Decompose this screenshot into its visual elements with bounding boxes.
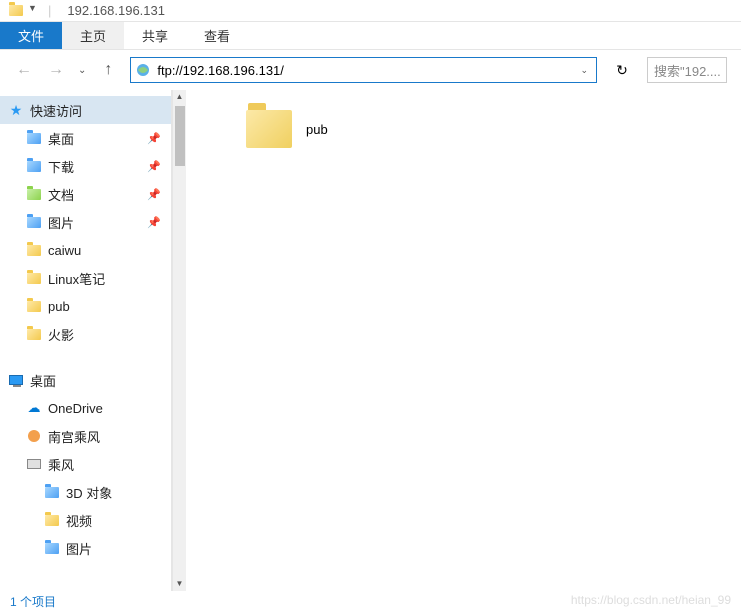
sidebar-item-label: 视频: [66, 511, 92, 530]
up-button[interactable]: ↑: [98, 60, 118, 80]
sidebar-item-caiwu[interactable]: caiwu: [0, 236, 171, 264]
sidebar-item-label: 乘风: [48, 455, 74, 474]
address-dropdown-icon[interactable]: ⌄: [576, 65, 592, 76]
status-bar: 1 个项目: [0, 591, 66, 611]
folder-icon: [44, 540, 60, 556]
folder-icon: [26, 242, 42, 258]
sidebar-item-label: 火影: [48, 325, 74, 344]
titlebar: ▼ | 192.168.196.131: [0, 0, 741, 22]
folder-item-pub[interactable]: pub: [246, 110, 328, 148]
sidebar-item-3d-objects[interactable]: 3D 对象: [0, 478, 171, 506]
folder-icon: [26, 158, 42, 174]
folder-icon: [246, 110, 292, 148]
sidebar-desktop-root[interactable]: 桌面: [0, 366, 171, 394]
folder-icon: [26, 326, 42, 342]
sidebar-item-pictures[interactable]: 图片 📌: [0, 208, 171, 236]
user-icon: [26, 428, 42, 444]
folder-icon: [26, 186, 42, 202]
folder-label: pub: [306, 122, 328, 137]
sidebar-item-label: caiwu: [48, 243, 81, 258]
folder-icon: [26, 270, 42, 286]
item-count: 1 个项目: [10, 593, 56, 610]
navigation-bar: ← → ⌄ ↑ ⌄ ↻ 搜索"192....: [0, 50, 741, 90]
sidebar-item-label: OneDrive: [48, 401, 103, 416]
sidebar-item-videos[interactable]: 视频: [0, 506, 171, 534]
star-icon: ★: [8, 102, 24, 118]
sidebar-item-pub[interactable]: pub: [0, 292, 171, 320]
sidebar-item-desktop[interactable]: 桌面 📌: [0, 124, 171, 152]
search-input[interactable]: 搜索"192....: [647, 57, 727, 83]
folder-icon: [26, 214, 42, 230]
tab-home[interactable]: 主页: [62, 22, 124, 49]
scroll-thumb[interactable]: [175, 106, 185, 166]
qat-divider: |: [48, 3, 51, 18]
folder-icon: [26, 130, 42, 146]
sidebar-item-user[interactable]: 南宫乘风: [0, 422, 171, 450]
refresh-button[interactable]: ↻: [609, 57, 635, 83]
sidebar-item-label: 图片: [48, 213, 74, 232]
sidebar-quick-access[interactable]: ★ 快速访问: [0, 96, 171, 124]
folder-icon: [26, 298, 42, 314]
sidebar-item-label: 下载: [48, 157, 74, 176]
sidebar-item-label: 桌面: [48, 129, 74, 148]
sidebar-item-label: 文档: [48, 185, 74, 204]
ribbon-tabs: 文件 主页 共享 查看: [0, 22, 741, 50]
address-bar[interactable]: ⌄: [130, 57, 597, 83]
folder-icon: [44, 512, 60, 528]
sidebar-item-label: pub: [48, 299, 70, 314]
forward-button[interactable]: →: [46, 60, 66, 80]
pin-icon: 📌: [147, 216, 161, 229]
sidebar-item-label: 桌面: [30, 371, 56, 390]
sidebar-item-label: Linux笔记: [48, 269, 105, 288]
pc-icon: [26, 456, 42, 472]
sidebar-item-label: 快速访问: [30, 101, 82, 120]
pin-icon: 📌: [147, 160, 161, 173]
sidebar-item-label: 南宫乘风: [48, 427, 100, 446]
desktop-icon: [8, 372, 24, 388]
pin-icon: 📌: [147, 188, 161, 201]
sidebar-item-pc[interactable]: 乘风: [0, 450, 171, 478]
history-dropdown-icon[interactable]: ⌄: [78, 65, 86, 76]
sidebar-item-label: 3D 对象: [66, 483, 112, 502]
pin-icon: 📌: [147, 132, 161, 145]
sidebar-item-downloads[interactable]: 下载 📌: [0, 152, 171, 180]
sidebar-item-linux-notes[interactable]: Linux笔记: [0, 264, 171, 292]
address-input[interactable]: [157, 63, 570, 78]
sidebar-item-label: 图片: [66, 539, 92, 558]
folder-icon[interactable]: [8, 3, 24, 19]
navigation-pane: ★ 快速访问 桌面 📌 下载 📌 文档 📌 图片 📌: [0, 90, 172, 591]
window-title: 192.168.196.131: [67, 3, 165, 18]
sidebar-item-pictures2[interactable]: 图片: [0, 534, 171, 562]
ftp-location-icon: [135, 62, 151, 78]
folder-icon: [44, 484, 60, 500]
scroll-up-icon[interactable]: ▲: [173, 90, 186, 104]
tab-file[interactable]: 文件: [0, 22, 62, 49]
sidebar-scrollbar[interactable]: ▲ ▼: [172, 90, 186, 591]
content-pane[interactable]: pub: [186, 90, 741, 591]
scroll-down-icon[interactable]: ▼: [173, 577, 186, 591]
sidebar-item-huoying[interactable]: 火影: [0, 320, 171, 348]
qat-dropdown-icon[interactable]: ▼: [28, 3, 44, 19]
sidebar-item-documents[interactable]: 文档 📌: [0, 180, 171, 208]
tab-view[interactable]: 查看: [186, 22, 248, 49]
onedrive-icon: ☁: [26, 400, 42, 416]
watermark: https://blog.csdn.net/heian_99: [571, 593, 731, 607]
back-button[interactable]: ←: [14, 60, 34, 80]
sidebar-item-onedrive[interactable]: ☁ OneDrive: [0, 394, 171, 422]
tab-share[interactable]: 共享: [124, 22, 186, 49]
